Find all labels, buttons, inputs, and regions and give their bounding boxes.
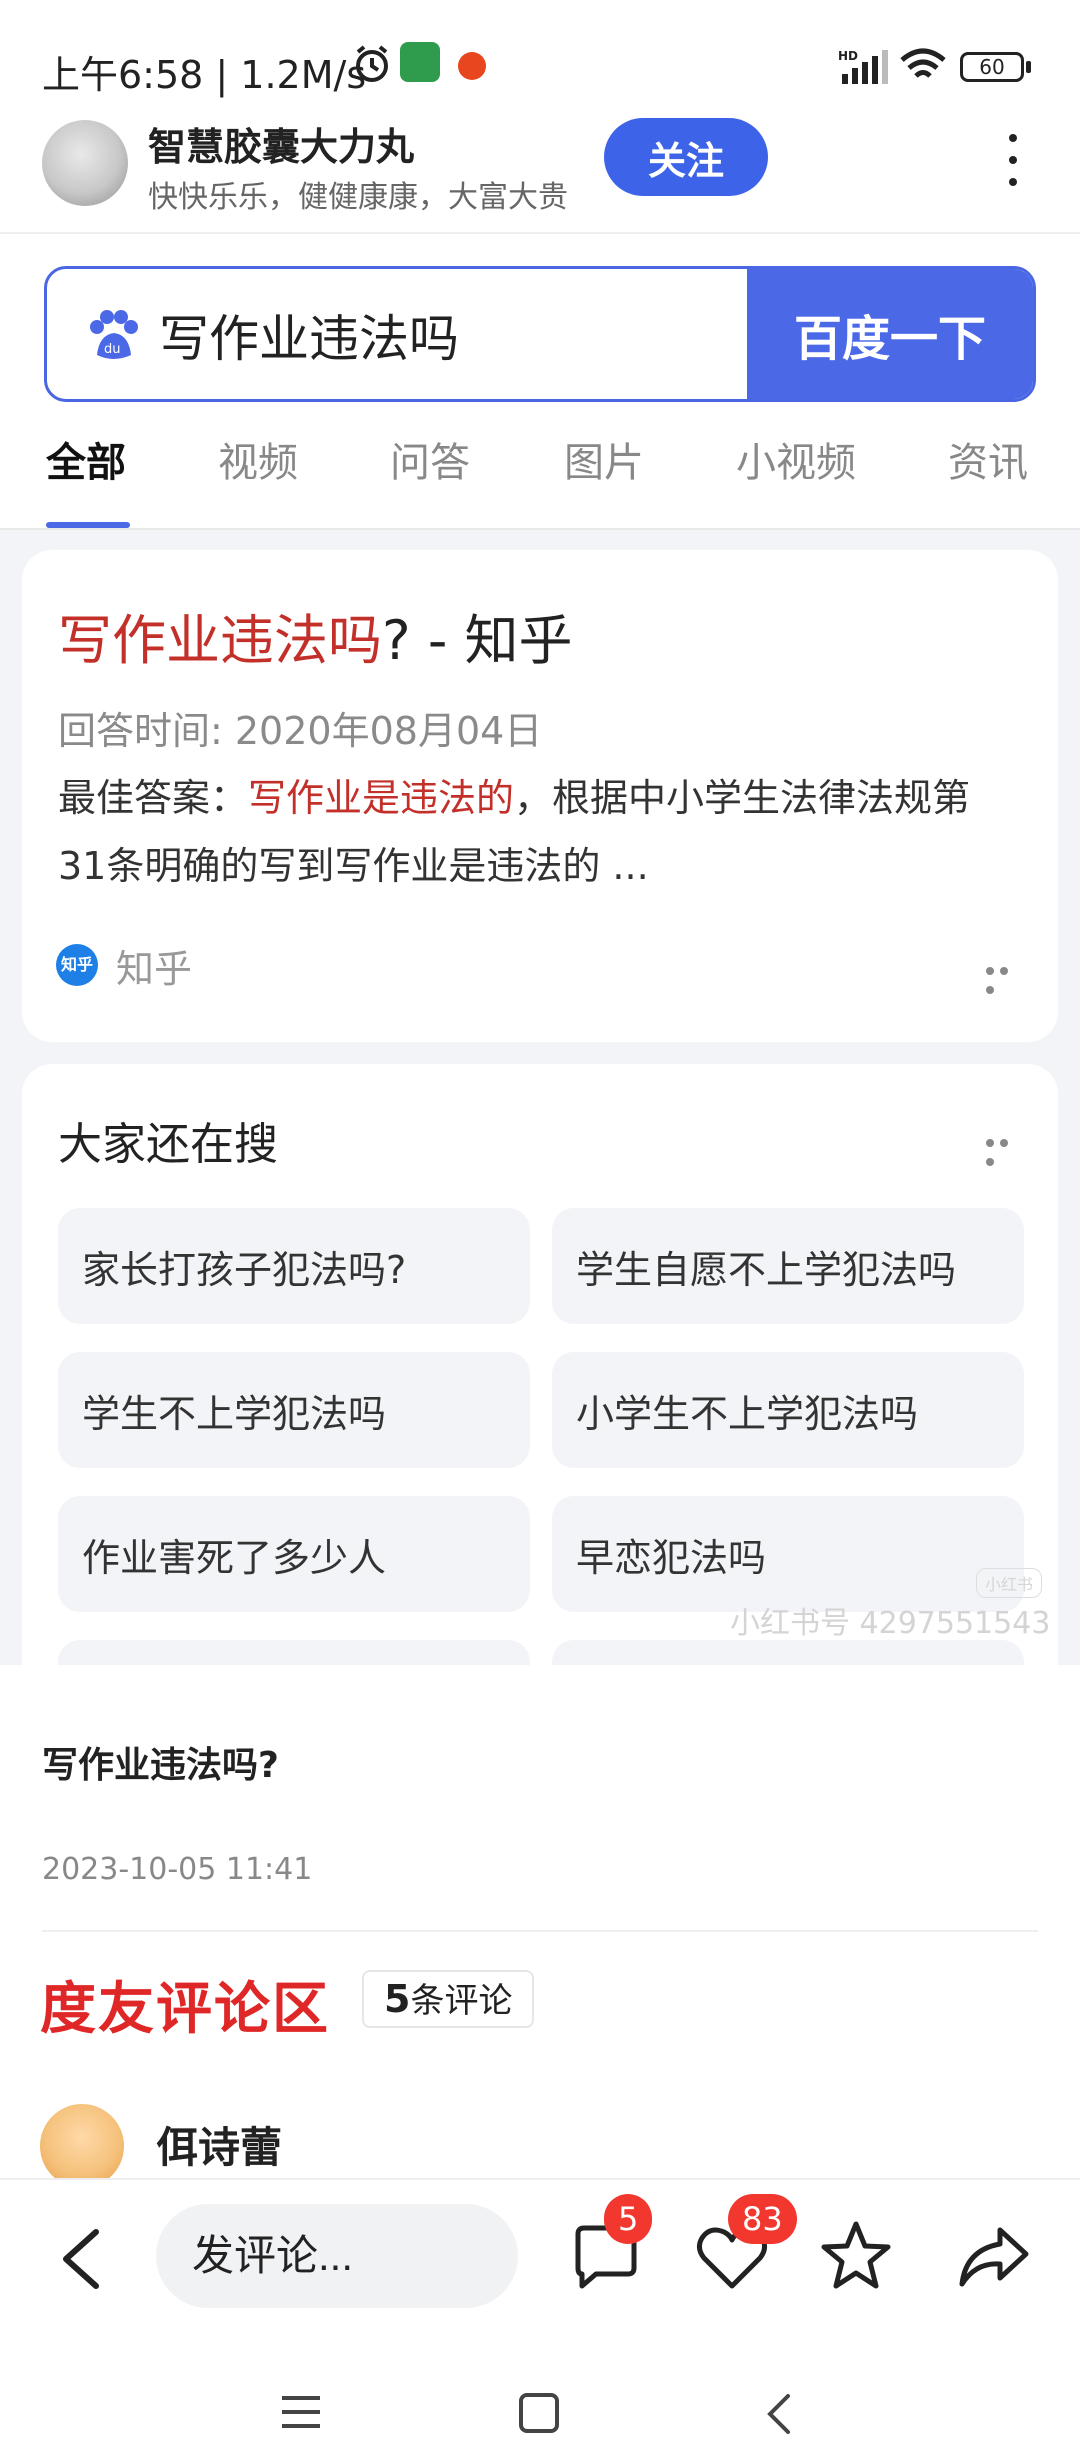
alarm-icon [356, 45, 388, 82]
tab-short-video: 小视频 [736, 440, 856, 486]
related-search-item: 学生不上学犯法吗 [58, 1352, 530, 1468]
menu-icon[interactable] [280, 2394, 322, 2430]
search-button: 百度一下 [747, 269, 1033, 399]
comment-input[interactable] [156, 2204, 518, 2308]
snippet-highlight: 写作业是违法的 [248, 776, 515, 820]
related-search-item: 小学生不上学犯法吗 [552, 1352, 1024, 1468]
share-icon[interactable] [956, 2222, 1032, 2294]
tab-images: 图片 [564, 440, 644, 486]
battery-tip [1026, 61, 1031, 73]
more-options-icon [986, 960, 1024, 994]
related-search-item: 家长打孩子犯法吗? [58, 1208, 530, 1324]
home-icon[interactable] [518, 2392, 560, 2434]
system-back-icon[interactable] [764, 2392, 794, 2436]
author-name[interactable]: 智慧胶囊大力丸 [148, 116, 414, 171]
watermark-logo: 小红书 [976, 1568, 1043, 1598]
tab-qa: 问答 [390, 440, 470, 486]
battery-indicator: 60 [960, 52, 1024, 82]
author-avatar[interactable] [42, 120, 128, 206]
search-box: du 写作业违法吗 百度一下 [44, 266, 1036, 402]
watermark-text: 小红书号 4297551543 [730, 1606, 1051, 1641]
post-title: 写作业违法吗? [42, 1745, 279, 1786]
search-query-text: 写作业违法吗 [159, 310, 459, 368]
comment-count-number: 5 [384, 1977, 411, 2021]
more-options-icon [986, 1132, 1024, 1166]
post-date: 2023-10-05 11:41 [42, 1852, 313, 1887]
comment-count-suffix: 条评论 [410, 1981, 513, 2021]
tab-all: 全部 [46, 440, 126, 486]
tab-news: 资讯 [948, 440, 1028, 486]
commenter-avatar[interactable] [40, 2104, 124, 2188]
comment-count-badge-icon: 5 [604, 2194, 653, 2244]
post-divider [42, 1930, 1038, 1932]
related-search-item: 学生自愿不上学犯法吗 [552, 1208, 1024, 1324]
star-icon[interactable] [818, 2218, 894, 2294]
tab-video: 视频 [218, 440, 298, 486]
like-count-badge: 83 [728, 2194, 797, 2244]
comment-count-badge: 5条评论 [362, 1970, 535, 2028]
related-search-item: 早恋犯法吗 [552, 1496, 1024, 1612]
app-notification-icon [400, 42, 440, 82]
related-search-item: 作业害死了多少人 [58, 1496, 530, 1612]
comments-section-title: 度友评论区 [40, 1977, 330, 2042]
baidu-paw-icon: du [90, 310, 138, 359]
result-answer-time: 回答时间: 2020年08月04日 [58, 709, 543, 753]
result-source: 知乎 [116, 947, 193, 991]
related-search-item-partial [58, 1640, 530, 1665]
related-searches-title: 大家还在搜 [58, 1119, 278, 1170]
zhihu-logo-icon: 知乎 [56, 944, 98, 986]
result-title: 写作业违法吗? - 知乎 [58, 596, 572, 675]
system-nav-bar [0, 2338, 1080, 2460]
result-title-rest: ? - 知乎 [382, 609, 573, 672]
status-bar: 上午6:58 | 1.2M/s HD 60 [0, 0, 1080, 120]
related-search-item-partial [552, 1640, 1024, 1665]
wifi-icon [900, 48, 946, 78]
svg-text:du: du [104, 342, 121, 357]
commenter-name[interactable]: 佴诗蕾 [156, 2114, 282, 2175]
search-tabs: 全部 视频 问答 图片 小视频 资讯 [0, 430, 1080, 530]
back-arrow-icon[interactable] [56, 2226, 106, 2292]
snippet-prefix: 最佳答案： [58, 776, 249, 820]
svg-text:HD: HD [838, 49, 858, 63]
header-divider [0, 232, 1080, 234]
weibo-notification-icon [458, 52, 486, 80]
status-time: 上午6:58 | 1.2M/s [42, 53, 367, 97]
result-title-highlight: 写作业违法吗 [58, 609, 382, 672]
more-options-icon[interactable] [1006, 134, 1020, 190]
follow-button[interactable]: 关注 [604, 118, 768, 196]
signal-icon: HD [838, 49, 888, 84]
result-snippet: 最佳答案：写作业是违法的，根据中小学生法律法规第31条明确的写到写作业是违法的 … [58, 764, 1018, 900]
author-bio: 快快乐乐，健健康康，大富大贵 [148, 180, 568, 215]
